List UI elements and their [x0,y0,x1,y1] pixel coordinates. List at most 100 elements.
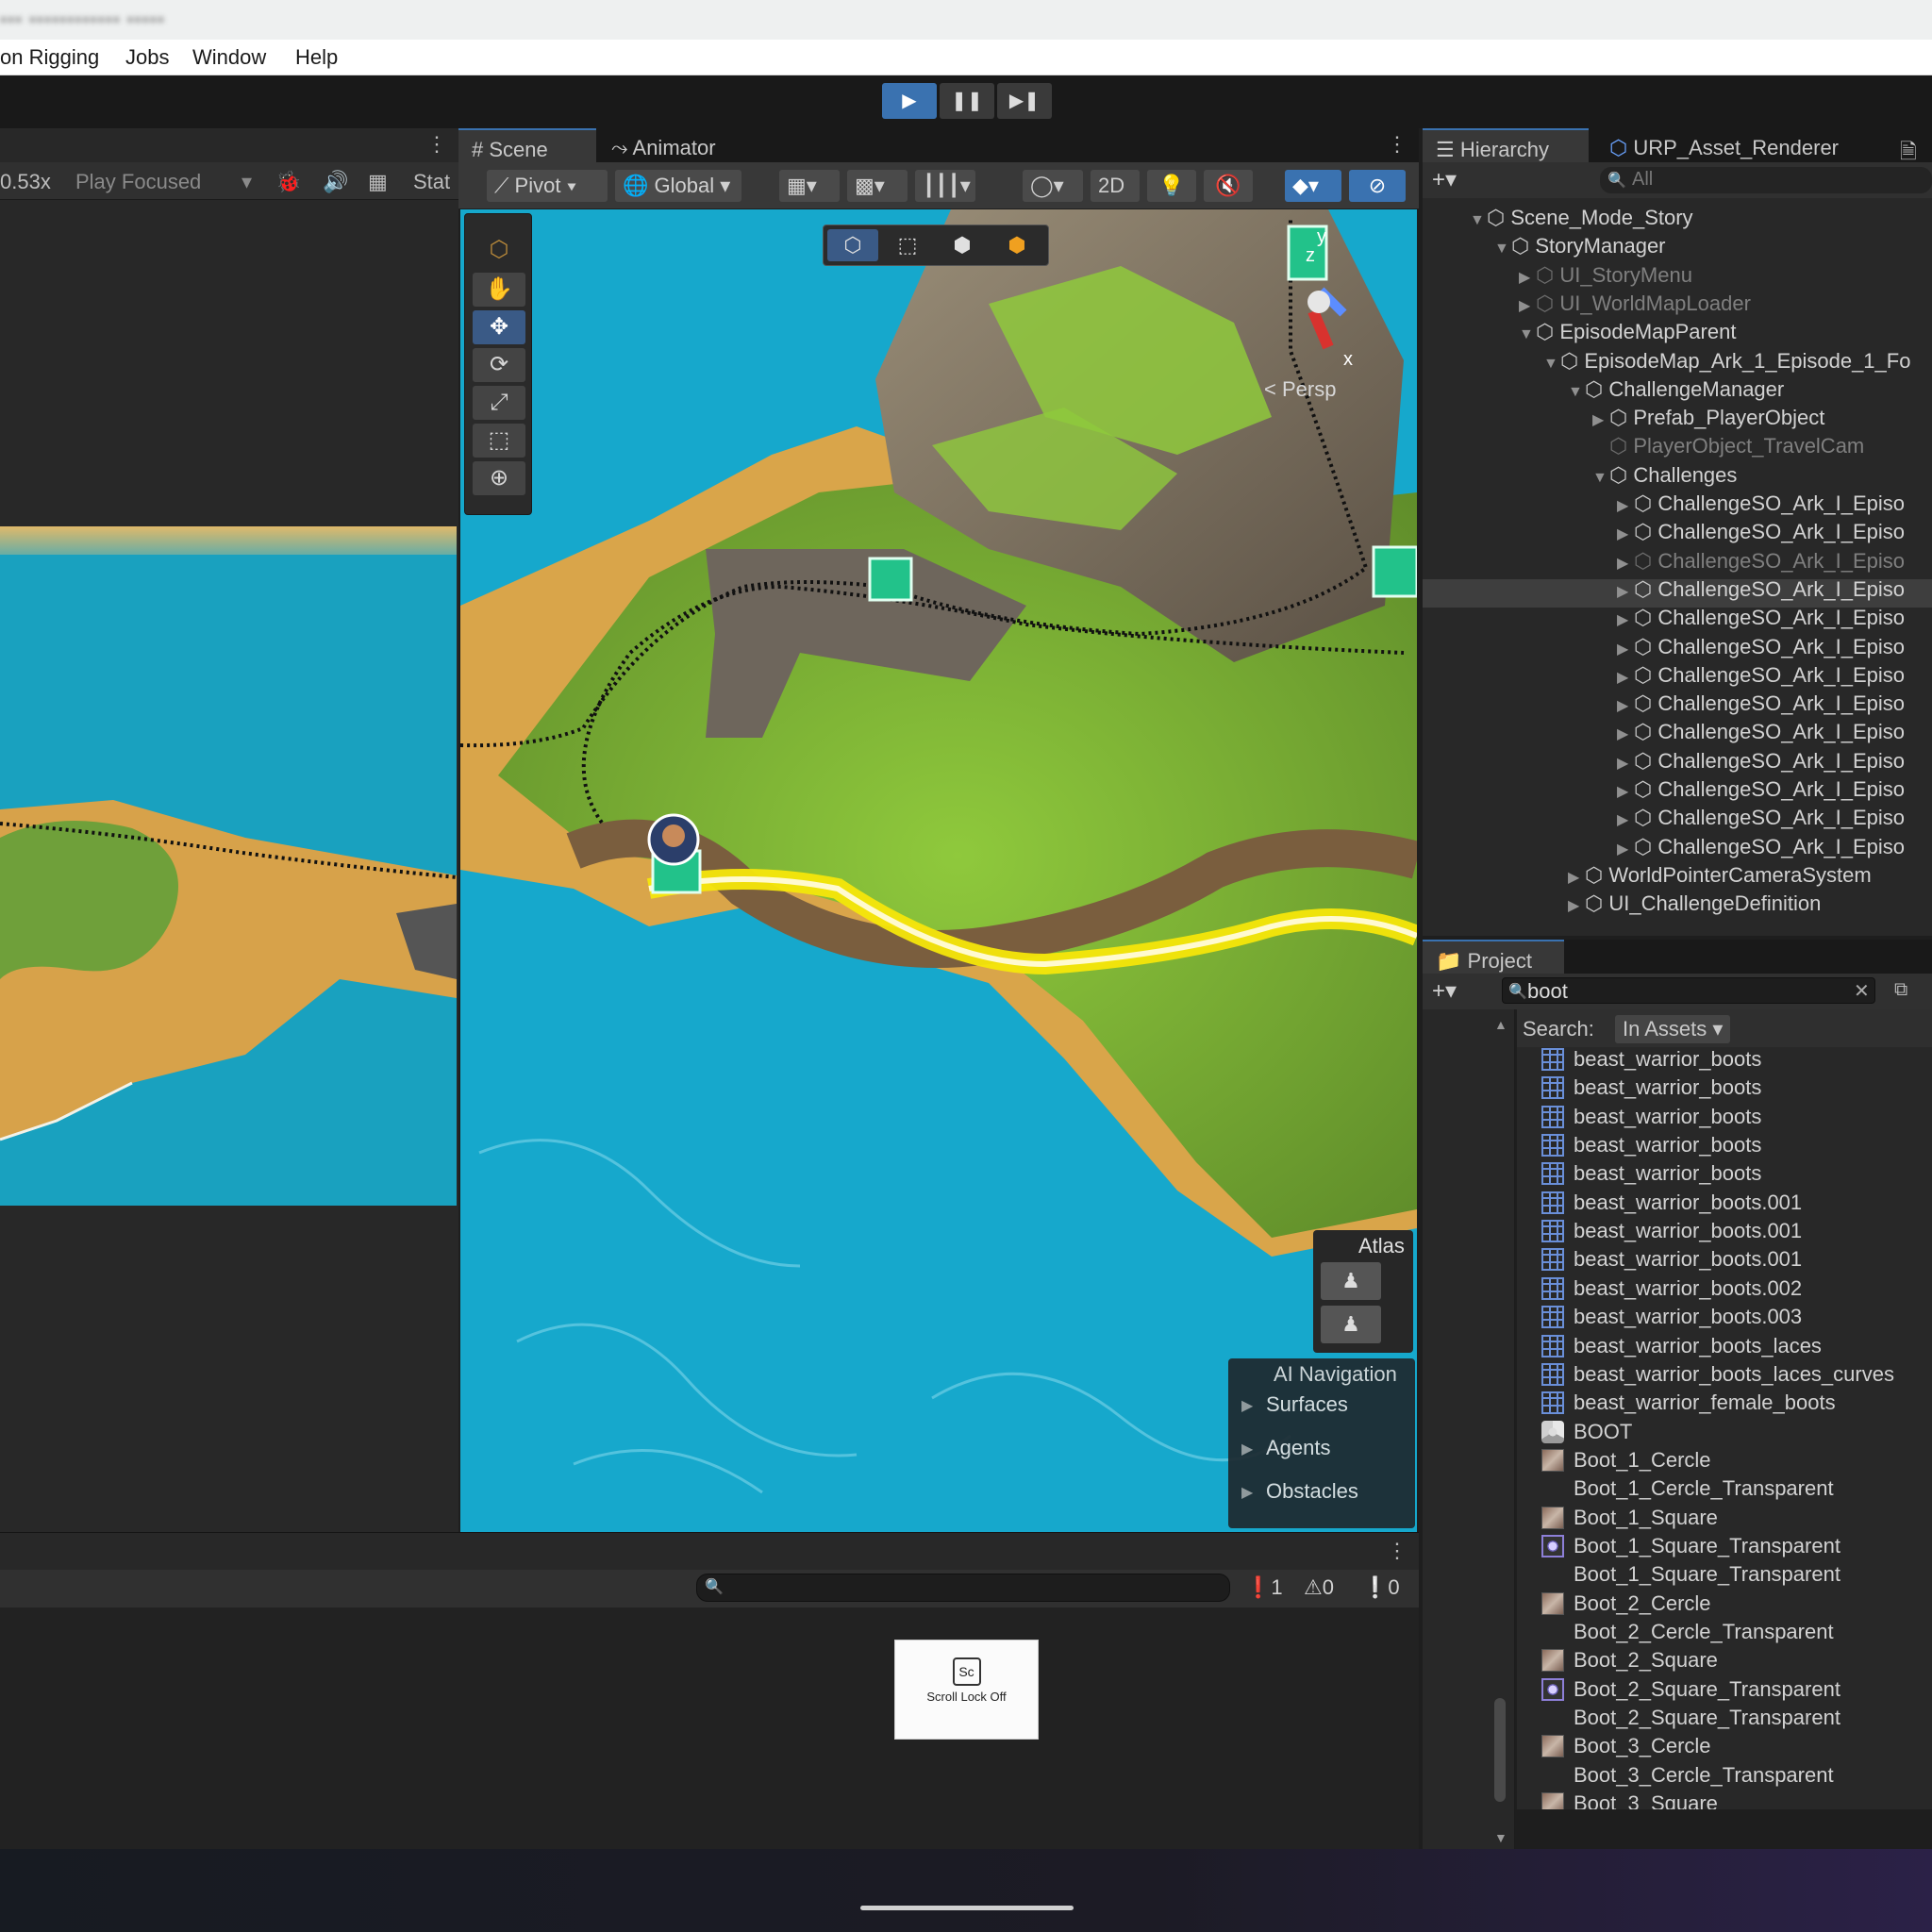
list-item[interactable]: Boot_1_Square_Transparent [1541,1534,1840,1562]
hierarchy-row[interactable]: ▶ ⬡ ChallengeSO_Ark_I_Episo [1617,520,1905,548]
expand-right-icon[interactable]: ▶ [1617,582,1634,601]
in-assets-dropdown[interactable]: In Assets ▾ [1615,1015,1731,1043]
hierarchy-row[interactable]: ▶ ⬡ ChallengeSO_Ark_I_Episo [1617,577,1905,606]
expand-arrow-icon[interactable]: ▶ [1241,1396,1253,1415]
hierarchy-row[interactable]: ▶ ⬡ UI_ChallengeDefinition [1568,891,1821,920]
tab-b[interactable]: 🗎 B [1887,128,1932,195]
audio-icon[interactable]: 🔊 [323,170,348,194]
list-item[interactable]: Boot_1_Square_Transparent [1541,1562,1840,1591]
add-object-button[interactable]: +▾ [1432,166,1457,193]
game-zoom-value[interactable]: 0.53x [0,170,51,194]
hierarchy-row[interactable]: ⬡ PlayerObject_TravelCam [1592,434,1864,462]
list-item[interactable]: beast_warrior_boots [1541,1047,1761,1075]
hierarchy-row[interactable]: ▶ ⬡ UI_WorldMapLoader [1519,291,1751,320]
play-button[interactable]: ▶ [882,83,937,119]
create-asset-button[interactable]: +▾ [1432,977,1457,1005]
cube-outline-icon[interactable]: ⬡ [827,229,878,261]
hierarchy-row[interactable]: ▶ ⬡ ChallengeSO_Ark_I_Episo [1617,663,1905,691]
list-item[interactable]: Boot_3_Cercle [1541,1734,1711,1762]
expand-arrow-icon[interactable]: ▶ [1241,1483,1253,1502]
list-item[interactable]: beast_warrior_boots [1541,1075,1761,1104]
hierarchy-row[interactable]: ▶ ⬡ UI_StoryMenu [1519,263,1692,291]
hidden-objects-icon[interactable]: ⊘ [1349,170,1406,202]
home-indicator[interactable] [860,1906,1074,1910]
expand-right-icon[interactable]: ▶ [1617,810,1634,829]
ai-nav-obstacles[interactable]: Obstacles [1266,1479,1358,1504]
panel-menu-icon[interactable]: ⋮ [1387,132,1407,157]
tab-hierarchy[interactable]: ☰ Hierarchy [1423,128,1589,162]
increment-snap-button[interactable]: ▩▾ [847,170,908,202]
panel-menu-icon[interactable]: ⋮ [1387,1539,1407,1563]
hierarchy-search-input[interactable]: 🔍 All [1600,167,1932,193]
save-search-icon[interactable]: ⧉ [1894,979,1907,1001]
atlas-character-icon[interactable]: ♟ [1321,1262,1381,1300]
list-item[interactable]: beast_warrior_boots [1541,1133,1761,1161]
list-item[interactable]: Boot_2_Cercle_Transparent [1541,1620,1834,1648]
scale-tool-icon[interactable]: ⤢ [473,386,525,420]
list-item[interactable]: beast_warrior_boots.002 [1541,1276,1802,1305]
grid-snap-button[interactable]: ▦▾ [779,170,840,202]
list-item[interactable]: Boot_3_Cercle_Transparent [1541,1763,1834,1791]
list-item[interactable]: Boot_3_Square [1541,1791,1718,1809]
list-item[interactable]: beast_warrior_boots.001 [1541,1191,1802,1219]
expand-right-icon[interactable]: ▶ [1617,640,1634,658]
project-folder-tree[interactable]: ▲ ▼ [1423,1009,1515,1849]
expand-right-icon[interactable]: ▶ [1617,840,1634,858]
scroll-down-icon[interactable]: ▼ [1494,1830,1507,1845]
transform-tool-icon[interactable]: ⊕ [473,461,525,495]
expand-down-icon[interactable]: ▼ [1543,356,1560,373]
scene-viewport[interactable] [460,209,1417,1532]
move-tool-icon[interactable]: ✥ [473,310,525,344]
panel-menu-icon[interactable]: ⋮ [426,132,447,157]
expand-right-icon[interactable]: ▶ [1617,782,1634,801]
expand-down-icon[interactable]: ▼ [1568,384,1585,401]
list-item[interactable]: Boot_1_Square [1541,1506,1718,1534]
stats-button[interactable]: Stat [413,170,450,194]
hierarchy-row[interactable]: ▶ ⬡ ChallengeSO_Ark_I_Episo [1617,691,1905,720]
ai-nav-surfaces[interactable]: Surfaces [1266,1392,1348,1417]
hierarchy-row[interactable]: ▶ ⬡ ChallengeSO_Ark_I_Episo [1617,606,1905,634]
expand-right-icon[interactable]: ▶ [1617,525,1634,543]
hierarchy-row[interactable]: ▼⬡ EpisodeMap_Ark_1_Episode_1_Fo [1543,349,1910,377]
rect-select-icon[interactable]: ⬚ [882,229,933,261]
expand-down-icon[interactable]: ▼ [1494,241,1511,258]
hierarchy-row[interactable]: ▼⬡ ChallengeManager [1568,377,1784,406]
persp-label[interactable]: < Persp [1264,377,1336,402]
step-button[interactable]: ▶❚ [997,83,1052,119]
menu-help[interactable]: Help [295,45,338,70]
hierarchy-row[interactable]: ▶ ⬡ ChallengeSO_Ark_I_Episo [1617,806,1905,834]
scroll-up-icon[interactable]: ▲ [1494,1017,1507,1032]
expand-right-icon[interactable]: ▶ [1519,268,1536,287]
expand-down-icon[interactable]: ▼ [1470,212,1487,229]
expand-right-icon[interactable]: ▶ [1592,410,1609,429]
expand-right-icon[interactable]: ▶ [1568,868,1585,887]
hierarchy-row[interactable]: ▶ ⬡ ChallengeSO_Ark_I_Episo [1617,835,1905,863]
lighting-toggle-icon[interactable]: 💡 [1147,170,1196,202]
menu-animation-rigging[interactable]: on Rigging [0,45,99,70]
list-item[interactable]: Boot_1_Cercle [1541,1448,1711,1476]
list-item[interactable]: Boot_1_Cercle_Transparent [1541,1476,1834,1505]
error-count-button[interactable]: ❗1 [1245,1575,1283,1600]
hierarchy-row[interactable]: ▶ ⬡ WorldPointerCameraSystem [1568,863,1872,891]
hierarchy-row[interactable]: ▼⬡ EpisodeMapParent [1519,320,1736,348]
expand-right-icon[interactable]: ▶ [1519,296,1536,315]
list-item[interactable]: Boot_2_Square_Transparent [1541,1677,1840,1706]
chevron-down-icon[interactable]: ▾ [242,170,252,194]
project-tree-scrollbar[interactable] [1494,1698,1506,1802]
clear-search-icon[interactable]: ✕ [1854,979,1870,1003]
tab-scene[interactable]: # Scene [458,128,596,162]
expand-arrow-icon[interactable]: ▶ [1241,1440,1253,1458]
hierarchy-row[interactable]: ▶ ⬡ ChallengeSO_Ark_I_Episo [1617,491,1905,520]
expand-right-icon[interactable]: ▶ [1568,896,1585,915]
project-search-input[interactable]: 🔍 boot ✕ [1502,977,1875,1004]
expand-right-icon[interactable]: ▶ [1617,696,1634,715]
ai-nav-agents[interactable]: Agents [1266,1436,1331,1460]
expand-right-icon[interactable]: ▶ [1617,554,1634,573]
expand-right-icon[interactable]: ▶ [1617,496,1634,515]
cube-orange-icon[interactable]: ⬢ [991,229,1042,261]
expand-right-icon[interactable]: ▶ [1617,610,1634,629]
hierarchy-row[interactable]: ▶ ⬡ Prefab_PlayerObject [1592,406,1824,434]
2d-toggle-button[interactable]: 2D [1091,170,1140,202]
expand-down-icon[interactable]: ▼ [1592,470,1609,487]
expand-right-icon[interactable]: ▶ [1617,724,1634,743]
